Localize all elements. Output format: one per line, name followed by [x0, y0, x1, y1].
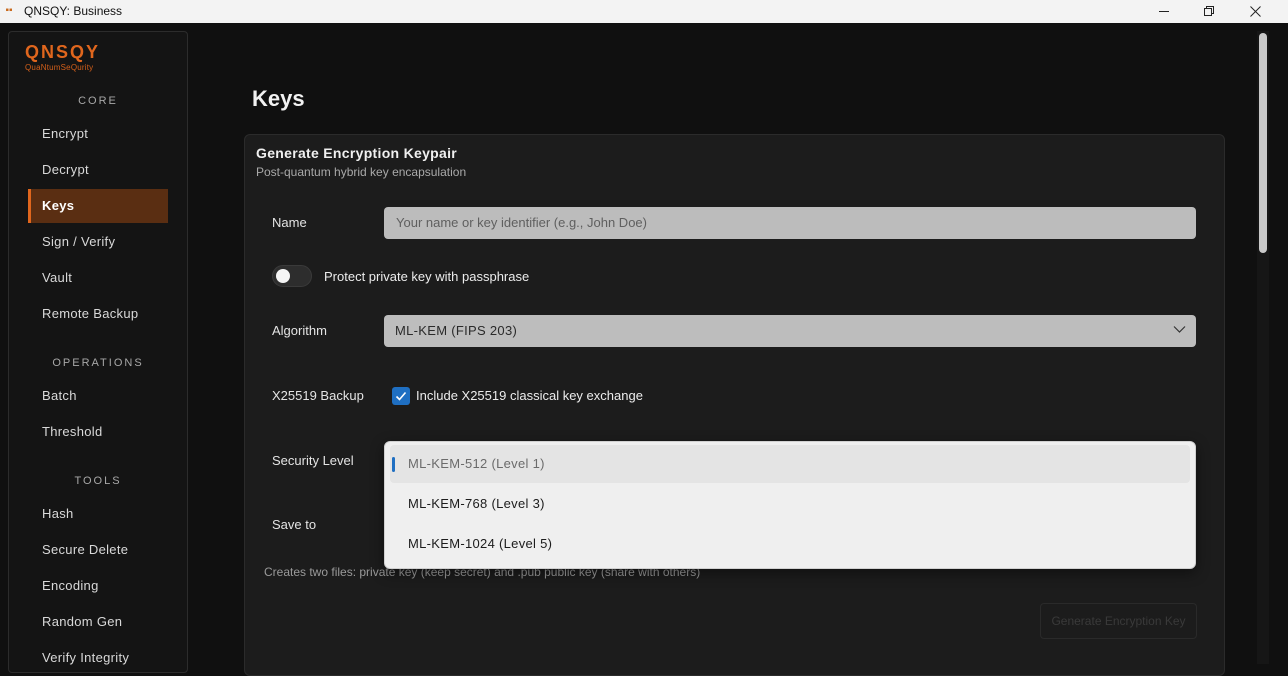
close-button[interactable] [1232, 0, 1278, 23]
sidebar-item-encoding[interactable]: Encoding [28, 569, 168, 603]
chevron-down-icon [1173, 326, 1186, 333]
page-title: Keys [252, 86, 305, 111]
sidebar-item-decrypt[interactable]: Decrypt [28, 153, 168, 187]
x25519-checkbox[interactable] [392, 387, 410, 405]
x25519-label: X25519 Backup [272, 388, 364, 403]
security-level-label: Security Level [272, 453, 354, 468]
checkmark-icon [395, 391, 407, 401]
save-to-label: Save to [272, 517, 317, 532]
restore-icon [1203, 6, 1214, 16]
sidebar-item-remote-backup[interactable]: Remote Backup [28, 297, 168, 331]
logo-text: QNSQY [25, 42, 101, 62]
close-icon [1249, 6, 1261, 17]
sidebar-item-keys[interactable]: Keys [28, 189, 168, 223]
security-level-dropdown: ML-KEM-512 (Level 1) ML-KEM-768 (Level 3… [384, 441, 1196, 569]
sidebar-item-hash[interactable]: Hash [28, 497, 168, 531]
option-label: ML-KEM-1024 (Level 5) [408, 536, 553, 551]
minimize-icon [1158, 11, 1169, 12]
app-icon: ▪▪ [5, 5, 13, 16]
sidebar-item-verify-integrity[interactable]: Verify Integrity [28, 641, 168, 675]
name-input[interactable] [384, 207, 1196, 239]
dropdown-option-level-3[interactable]: ML-KEM-768 (Level 3) [390, 485, 1190, 523]
section-label-tools: TOOLS [74, 475, 122, 487]
window-title: QNSQY: Business [24, 4, 123, 18]
scrollbar-thumb[interactable] [1259, 33, 1267, 253]
selection-indicator [392, 457, 395, 472]
dropdown-option-level-5[interactable]: ML-KEM-1024 (Level 5) [390, 525, 1190, 563]
logo-subtitle: QuaNtumSeQurity [25, 63, 94, 72]
name-label: Name [272, 215, 307, 230]
option-label: ML-KEM-512 (Level 1) [408, 456, 545, 471]
algorithm-select[interactable]: ML-KEM (FIPS 203) [384, 315, 1196, 347]
sidebar-item-sign-verify[interactable]: Sign / Verify [28, 225, 168, 259]
sidebar-item-encrypt[interactable]: Encrypt [28, 117, 168, 151]
sidebar-item-batch[interactable]: Batch [28, 379, 168, 413]
algorithm-label: Algorithm [272, 323, 327, 338]
dropdown-option-level-1[interactable]: ML-KEM-512 (Level 1) [390, 445, 1190, 483]
title-bar: ▪▪ QNSQY: Business [0, 0, 1288, 23]
toggle-knob [276, 269, 290, 283]
sidebar-item-random-gen[interactable]: Random Gen [28, 605, 168, 639]
sidebar-item-vault[interactable]: Vault [28, 261, 168, 295]
option-label: ML-KEM-768 (Level 3) [408, 496, 545, 511]
passphrase-toggle[interactable] [272, 265, 312, 287]
sidebar-item-threshold[interactable]: Threshold [28, 415, 168, 449]
section-label-operations: OPERATIONS [52, 357, 144, 369]
restore-button[interactable] [1186, 0, 1232, 23]
section-label-core: CORE [78, 95, 118, 107]
minimize-button[interactable] [1141, 0, 1187, 23]
card-title: Generate Encryption Keypair [256, 145, 458, 161]
sidebar-item-secure-delete[interactable]: Secure Delete [28, 533, 168, 567]
logo: QNSQY QuaNtumSeQurity [25, 42, 100, 72]
generate-key-button[interactable]: Generate Encryption Key [1040, 603, 1197, 639]
passphrase-toggle-label: Protect private key with passphrase [324, 269, 530, 284]
algorithm-select-value: ML-KEM (FIPS 203) [395, 323, 518, 338]
card-subtitle: Post-quantum hybrid key encapsulation [256, 165, 467, 179]
sidebar: QNSQY QuaNtumSeQurity CORE Encrypt Decry… [8, 31, 188, 673]
x25519-checkbox-label: Include X25519 classical key exchange [416, 388, 643, 403]
